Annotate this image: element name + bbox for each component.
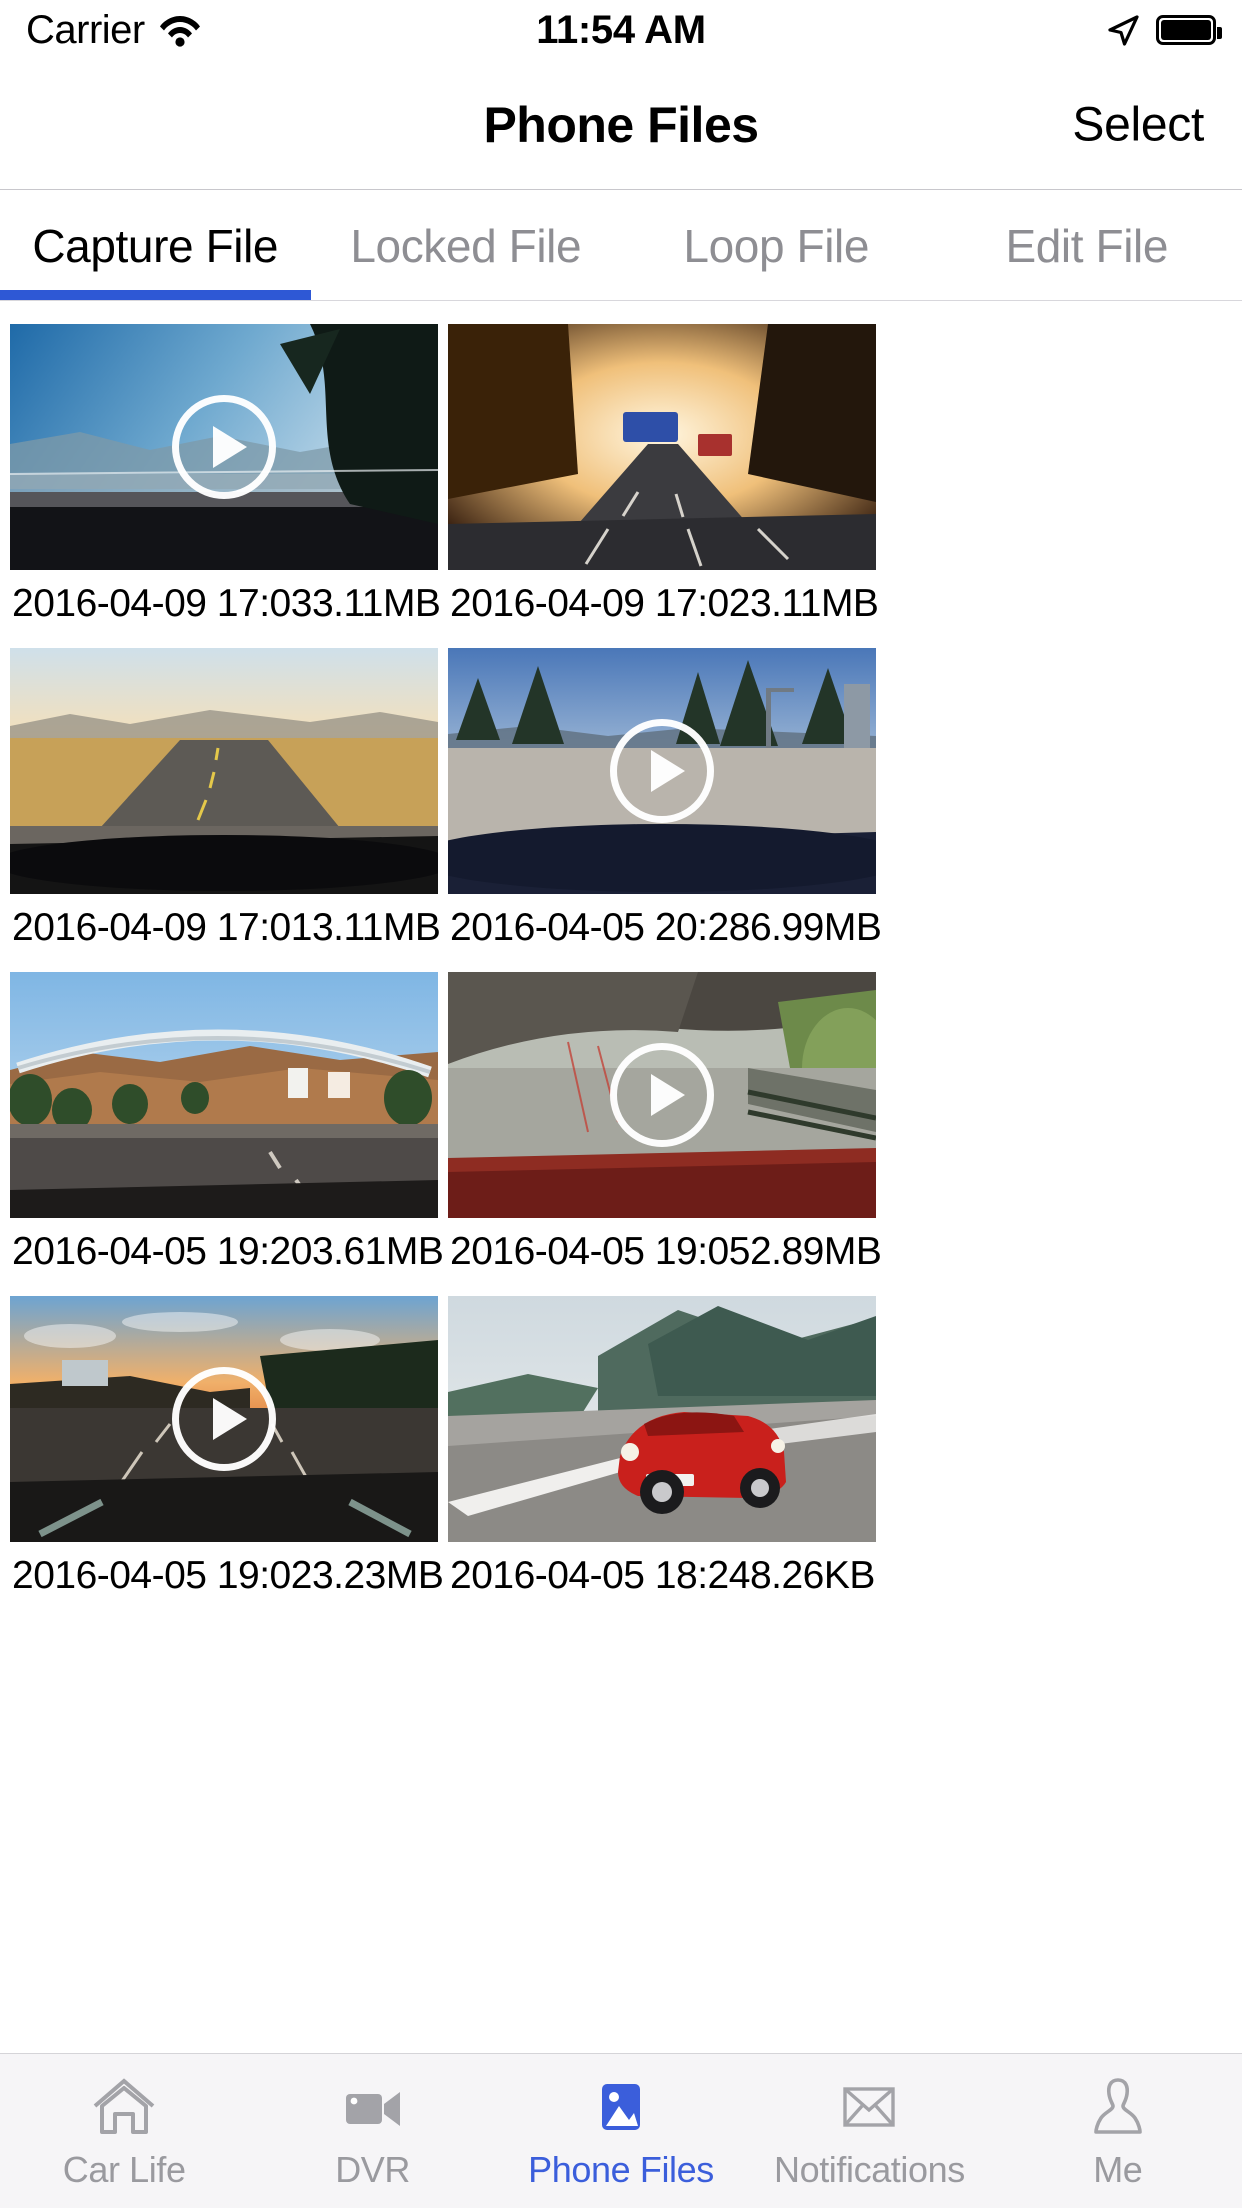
file-thumbnail[interactable]	[448, 648, 876, 894]
status-bar-right	[1106, 13, 1222, 47]
file-size: 3.11MB	[749, 582, 879, 625]
file-cell[interactable]: 2016-04-05 19:05 2.89MB	[448, 972, 882, 1274]
file-date: 2016-04-09 17:03	[12, 582, 312, 625]
house-icon	[87, 2070, 161, 2144]
file-meta: 2016-04-09 17:03 3.11MB	[10, 570, 441, 626]
bottom-tab-phone-files-label: Phone Files	[528, 2149, 714, 2190]
file-date: 2016-04-05 20:28	[450, 906, 750, 949]
file-size: 2.89MB	[749, 1230, 882, 1273]
tab-locked-file[interactable]: Locked File	[311, 191, 622, 300]
segmented-tab-bar: Capture File Locked File Loop File Edit …	[0, 191, 1242, 301]
play-icon[interactable]	[610, 719, 714, 823]
file-size: 3.11MB	[311, 906, 441, 949]
file-thumbnail[interactable]	[448, 324, 876, 570]
file-grid: 2016-04-09 17:03 3.11MB 2016-04-09 17:02…	[0, 302, 1242, 1620]
file-size: 3.11MB	[311, 582, 441, 625]
tab-loop-file-label: Loop File	[683, 219, 870, 272]
file-meta: 2016-04-05 20:28 6.99MB	[448, 894, 882, 950]
bottom-tab-notifications[interactable]: Notifications	[745, 2054, 993, 2208]
location-arrow-icon	[1106, 13, 1140, 47]
file-date: 2016-04-05 19:20	[12, 1230, 312, 1273]
bottom-tab-notifications-label: Notifications	[773, 2149, 965, 2190]
bottom-tab-dvr-label: DVR	[335, 2149, 411, 2190]
status-bar-time: 11:54 AM	[536, 7, 706, 52]
status-bar: Carrier 11:54 AM	[0, 0, 1242, 60]
play-icon[interactable]	[172, 1367, 276, 1471]
file-cell[interactable]: 2016-04-05 19:20 3.61MB	[10, 972, 444, 1274]
bottom-tab-me[interactable]: Me	[994, 2054, 1242, 2208]
file-date: 2016-04-09 17:01	[12, 906, 312, 949]
envelope-icon	[832, 2070, 906, 2144]
file-thumbnail[interactable]	[10, 972, 438, 1218]
file-thumbnail[interactable]	[10, 1296, 438, 1542]
bottom-tab-bar: Car Life DVR Phone Files Notifications M…	[0, 2053, 1242, 2208]
file-thumbnail[interactable]	[448, 972, 876, 1218]
tab-edit-file-label: Edit File	[1005, 219, 1169, 272]
file-date: 2016-04-05 19:05	[450, 1230, 750, 1273]
file-cell[interactable]: 2016-04-09 17:01 3.11MB	[10, 648, 441, 950]
tab-loop-file[interactable]: Loop File	[621, 191, 932, 300]
tab-locked-file-label: Locked File	[350, 219, 582, 272]
app-root: Carrier 11:54 AM Phone Files Select Capt…	[0, 0, 1242, 2208]
photo-icon	[584, 2070, 658, 2144]
file-date: 2016-04-05 18:24	[450, 1554, 750, 1597]
file-meta: 2016-04-05 19:02 3.23MB	[10, 1542, 444, 1598]
tab-edit-file[interactable]: Edit File	[932, 191, 1242, 300]
bottom-tab-car-life[interactable]: Car Life	[0, 2054, 248, 2208]
file-size: 8.26KB	[749, 1554, 875, 1597]
file-size: 3.23MB	[311, 1554, 444, 1597]
bottom-tab-me-label: Me	[1093, 2149, 1143, 2190]
file-meta: 2016-04-05 18:24 8.26KB	[448, 1542, 876, 1598]
video-camera-icon	[336, 2070, 410, 2144]
person-icon	[1081, 2070, 1155, 2144]
tab-capture-file[interactable]: Capture File	[0, 191, 311, 300]
bottom-tab-car-life-label: Car Life	[62, 2149, 186, 2190]
nav-bar: Phone Files Select	[0, 60, 1242, 190]
file-meta: 2016-04-09 17:01 3.11MB	[10, 894, 441, 950]
file-size: 6.99MB	[749, 906, 882, 949]
play-icon[interactable]	[610, 1043, 714, 1147]
file-cell[interactable]: 2016-04-05 19:02 3.23MB	[10, 1296, 444, 1598]
file-meta: 2016-04-05 19:20 3.61MB	[10, 1218, 444, 1274]
file-date: 2016-04-09 17:02	[450, 582, 750, 625]
file-meta: 2016-04-09 17:02 3.11MB	[448, 570, 879, 626]
file-size: 3.61MB	[311, 1230, 444, 1273]
file-cell[interactable]: 2016-04-09 17:03 3.11MB	[10, 324, 441, 626]
page-title: Phone Files	[483, 96, 759, 153]
file-thumbnail[interactable]	[448, 1296, 876, 1542]
select-button[interactable]: Select	[1072, 97, 1204, 152]
file-cell[interactable]: 2016-04-05 18:24 8.26KB	[448, 1296, 876, 1598]
file-cell[interactable]: 2016-04-09 17:02 3.11MB	[448, 324, 879, 626]
file-date: 2016-04-05 19:02	[12, 1554, 312, 1597]
play-icon[interactable]	[172, 395, 276, 499]
bottom-tab-dvr[interactable]: DVR	[248, 2054, 496, 2208]
battery-full-icon	[1156, 15, 1222, 45]
file-thumbnail[interactable]	[10, 324, 438, 570]
file-thumbnail[interactable]	[10, 648, 438, 894]
bottom-tab-phone-files[interactable]: Phone Files	[497, 2054, 745, 2208]
file-cell[interactable]: 2016-04-05 20:28 6.99MB	[448, 648, 882, 950]
file-meta: 2016-04-05 19:05 2.89MB	[448, 1218, 882, 1274]
tab-capture-file-label: Capture File	[32, 219, 279, 272]
